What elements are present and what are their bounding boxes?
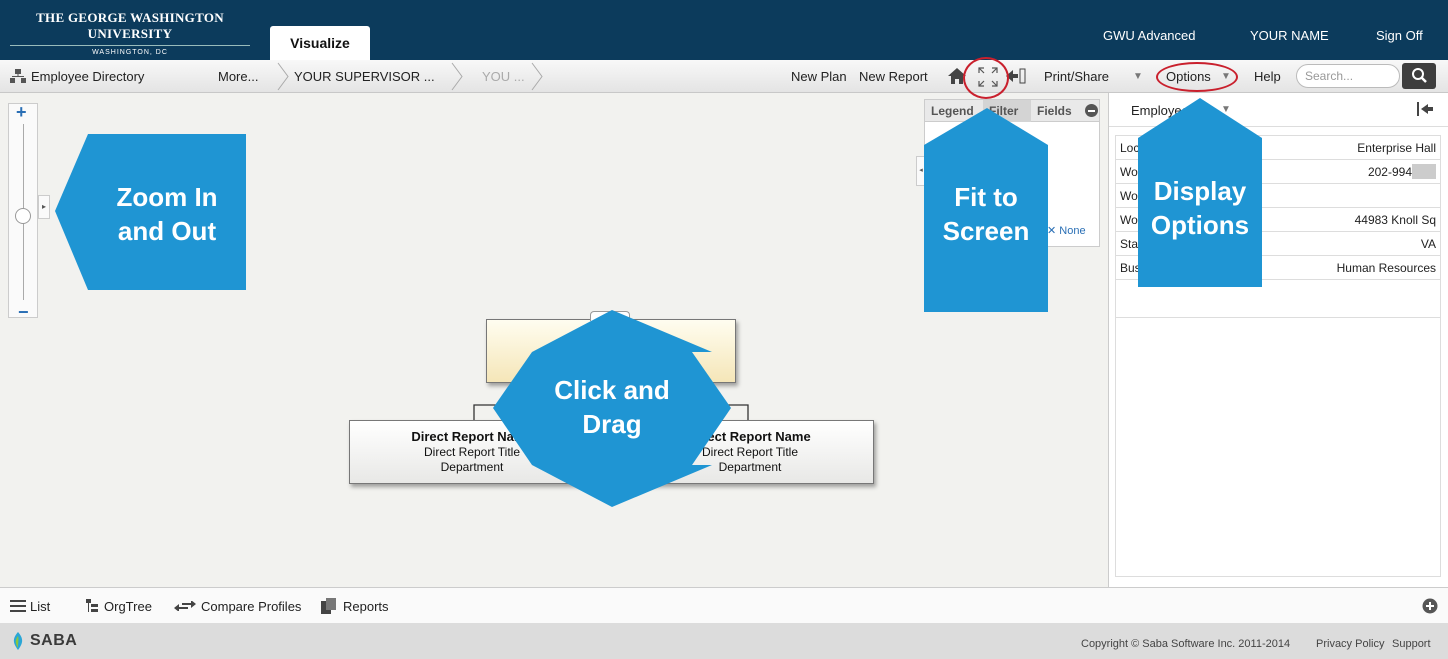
fit-callout-text: Fit to Screen: [924, 180, 1048, 248]
callout-line: Display: [1153, 176, 1247, 206]
callout-line: Zoom In: [116, 182, 218, 212]
display-callout-text: Display Options: [1138, 174, 1262, 242]
zoom-callout-text: Zoom In and Out: [88, 180, 246, 248]
callout-line: and Out: [117, 216, 217, 246]
drag-arrow-down: [532, 465, 712, 507]
options-highlight-circle: [1156, 62, 1238, 92]
drag-arrow-left: [493, 352, 532, 465]
callout-line: Click and: [554, 375, 670, 405]
annotation-shapes: [55, 98, 1262, 507]
drag-arrow-up: [532, 310, 712, 352]
drag-arrow-right: [692, 352, 731, 465]
callout-line: Fit to: [954, 182, 1018, 212]
callout-line: Screen: [942, 216, 1030, 246]
drag-callout-text: Click and Drag: [532, 373, 692, 441]
fit-highlight-circle: [963, 57, 1009, 99]
callout-line: Drag: [582, 409, 642, 439]
callout-line: Options: [1150, 210, 1250, 240]
